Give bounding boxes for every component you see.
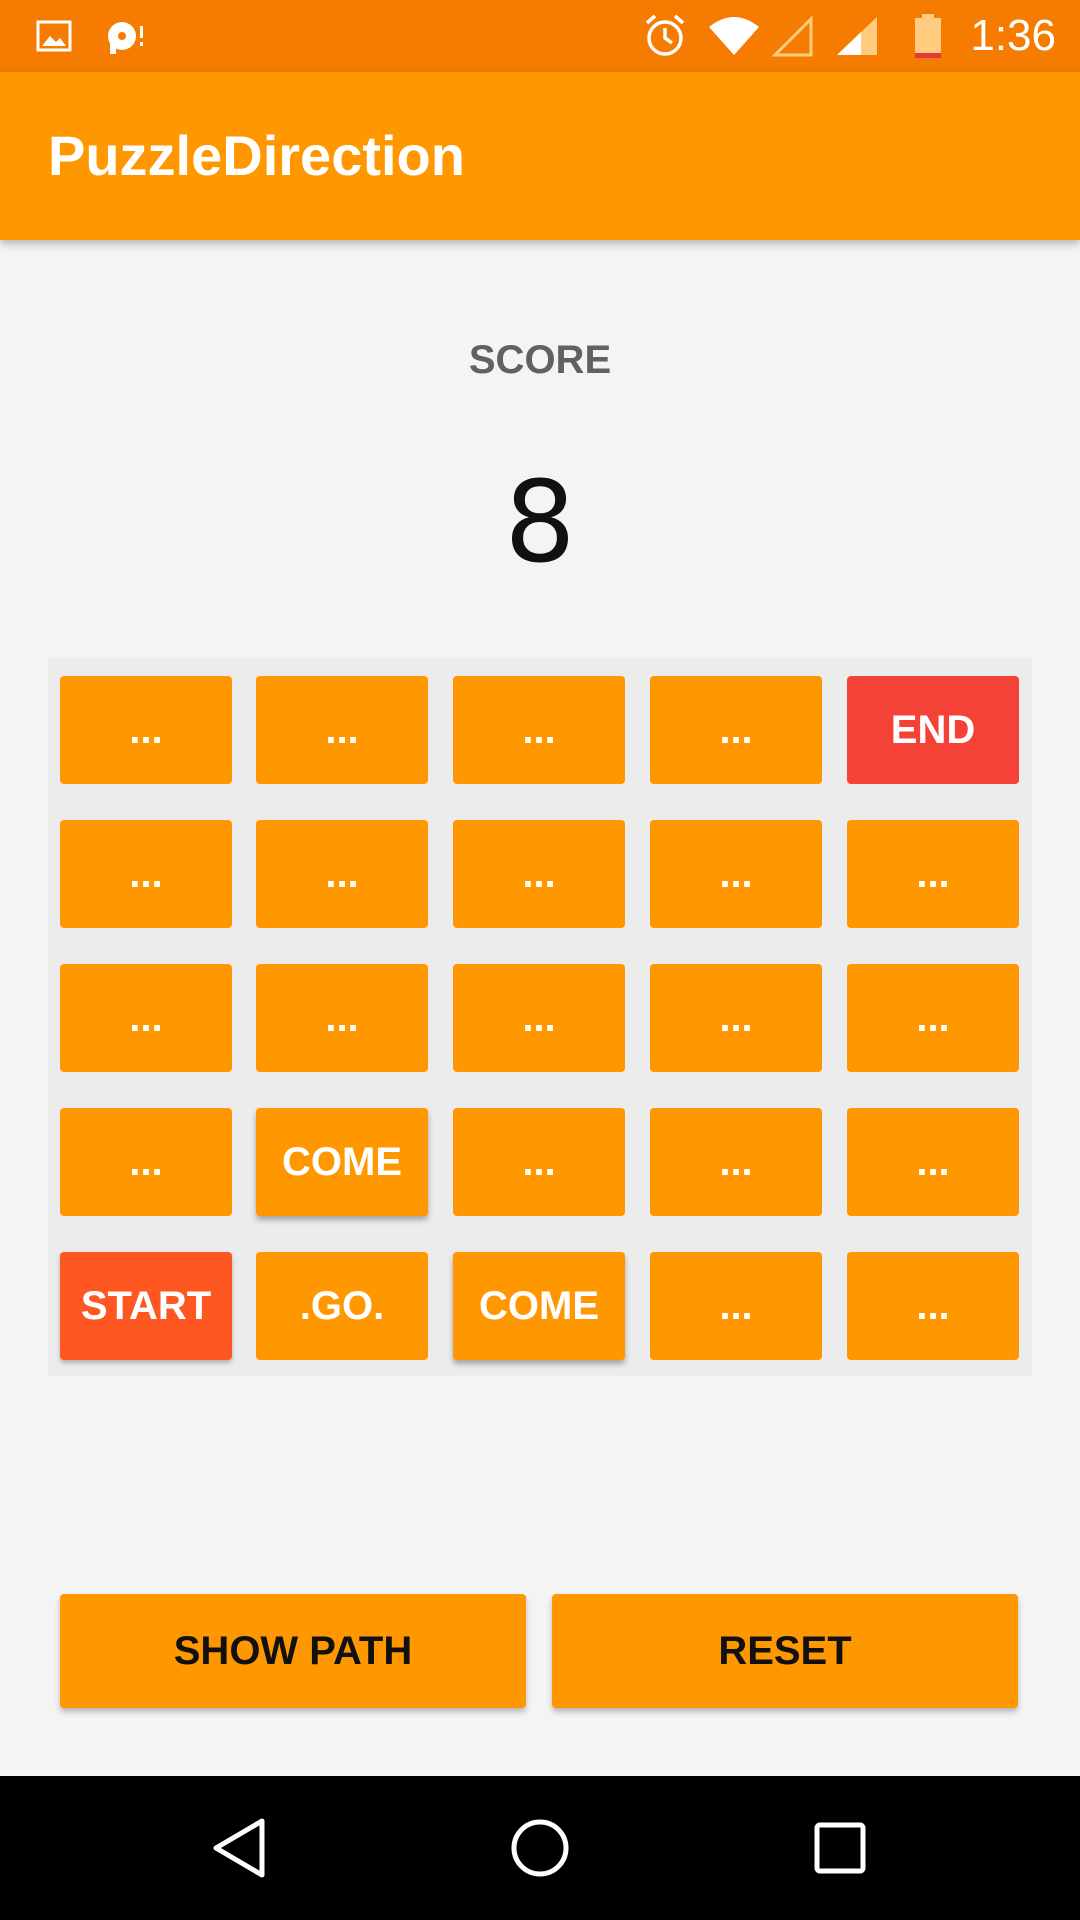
grid-cell-r3-c2[interactable]: ... <box>453 1108 625 1216</box>
grid-cell-r4-c1[interactable]: .GO. <box>256 1252 428 1360</box>
puzzle-grid: ... ... ... ... END ... ... ... ... ... … <box>48 658 1032 1376</box>
home-icon[interactable] <box>480 1776 600 1920</box>
signal-empty-icon <box>770 0 816 72</box>
grid-cell-start[interactable]: START <box>60 1252 232 1360</box>
grid-cell-r2-c0[interactable]: ... <box>60 964 232 1072</box>
grid-cell-r2-c1[interactable]: ... <box>256 964 428 1072</box>
recents-icon[interactable] <box>780 1776 900 1920</box>
back-icon[interactable] <box>180 1776 300 1920</box>
grid-cell-r1-c4[interactable]: ... <box>847 820 1019 928</box>
navigation-bar <box>0 1776 1080 1920</box>
score-value: 8 <box>504 458 576 588</box>
grid-cell-r2-c2[interactable]: ... <box>453 964 625 1072</box>
grid-cell-r2-c3[interactable]: ... <box>650 964 822 1072</box>
wifi-icon <box>706 0 762 72</box>
app-title: PuzzleDirection <box>48 124 465 187</box>
battery-low-icon <box>908 0 948 72</box>
alarm-icon <box>640 0 690 72</box>
app-bar: PuzzleDirection <box>0 72 1080 240</box>
grid-cell-end[interactable]: END <box>847 676 1019 784</box>
grid-cell-r0-c1[interactable]: ... <box>256 676 428 784</box>
grid-cell-r4-c3[interactable]: ... <box>650 1252 822 1360</box>
grid-cell-r2-c4[interactable]: ... <box>847 964 1019 1072</box>
show-path-button[interactable]: SHOW PATH <box>60 1594 526 1708</box>
grid-cell-r3-c1[interactable]: COME <box>256 1108 428 1216</box>
grid-cell-r0-c3[interactable]: ... <box>650 676 822 784</box>
status-bar: 1:36 <box>0 0 1080 72</box>
image-icon <box>34 0 74 72</box>
grid-cell-r3-c4[interactable]: ... <box>847 1108 1019 1216</box>
signal-icon <box>832 0 882 72</box>
grid-cell-r4-c2[interactable]: COME <box>453 1252 625 1360</box>
reset-button[interactable]: RESET <box>552 1594 1018 1708</box>
grid-cell-r4-c4[interactable]: ... <box>847 1252 1019 1360</box>
grid-cell-r3-c0[interactable]: ... <box>60 1108 232 1216</box>
media-icon <box>100 0 152 72</box>
grid-cell-r1-c0[interactable]: ... <box>60 820 232 928</box>
status-time: 1:36 <box>970 11 1056 60</box>
grid-cell-r3-c3[interactable]: ... <box>650 1108 822 1216</box>
score-label: SCORE <box>468 338 612 382</box>
grid-cell-r0-c0[interactable]: ... <box>60 676 232 784</box>
grid-cell-r1-c3[interactable]: ... <box>650 820 822 928</box>
grid-cell-r1-c1[interactable]: ... <box>256 820 428 928</box>
grid-cell-r0-c2[interactable]: ... <box>453 676 625 784</box>
grid-cell-r1-c2[interactable]: ... <box>453 820 625 928</box>
